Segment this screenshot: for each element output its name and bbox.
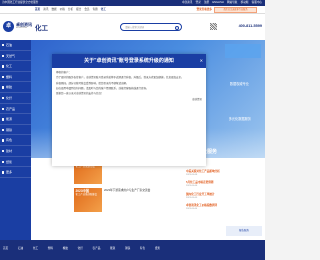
bottom-nav-item[interactable]: 塑料 [48, 247, 53, 250]
sidebar-item-oil[interactable]: 石油 [0, 40, 31, 51]
nav-item-news[interactable]: 资讯 [43, 8, 48, 11]
top-link-register[interactable]: 注册 [204, 1, 209, 4]
nav-item-analysis[interactable]: 分析 [68, 8, 73, 11]
modal-greeting: 尊敬的客户： [56, 71, 72, 74]
logo-icon: 卓 [3, 21, 14, 32]
bottom-nav: 首页 石油 化工 塑料 橡胶 化纤 农产品 能源 钢铁 有色 纸浆 [0, 240, 265, 260]
top-link-brand[interactable]: 卓创资讯 [182, 1, 192, 4]
banner-tag-authority: 数据权威专业 [229, 82, 249, 86]
research-list: 研究观点 中美关税对化工产品影响分析 2023-05-08 5月化工品市场走势预… [186, 160, 294, 210]
banner-decoration [225, 44, 261, 58]
banner-tag-data: 多元化数据服务 [228, 117, 251, 121]
sidebar-item-steel[interactable]: 钢铁 [0, 125, 31, 136]
close-icon[interactable]: ✕ [200, 54, 203, 68]
modal-signature: 卓创资讯 [191, 98, 202, 102]
bottom-nav-item[interactable]: 钢铁 [125, 247, 130, 250]
sidebar-item-metal[interactable]: 有色 [0, 135, 31, 146]
nav-item-home[interactable]: 首页 [35, 8, 40, 11]
nav-item-data[interactable]: 数据 [51, 8, 56, 11]
event-thumb-sub: 化工产业链创新峰会 [75, 192, 98, 196]
sidebar-item-fiber[interactable]: 化纤 [0, 93, 31, 104]
sidebar-item-plastic[interactable]: 塑料 [0, 72, 31, 83]
sidebar-item-energy[interactable]: 能源 [0, 114, 31, 125]
nav-item-report[interactable]: 报告 [76, 8, 81, 11]
research-item-title[interactable]: 5月化工品市场走势预测 [186, 180, 294, 184]
category-sidebar: 石油 天然气 化工 塑料 橡胶 化纤 农产品 能源 钢铁 有色 建材 纸浆 更多 [0, 40, 31, 240]
notice-modal: 关于"卓创资讯"账号登录系统升级的通知 ✕ 尊敬的客户： 为了更好的服务各位客户… [52, 54, 206, 166]
top-link-service[interactable]: 客服中心 [252, 1, 262, 4]
search-box[interactable]: 请输入搜索关键词 [120, 23, 182, 31]
search-icon[interactable] [175, 25, 179, 30]
research-item-date: 2023-05-06 [186, 185, 198, 187]
modal-body: 尊敬的客户： 为了更好的服务各位客户，卓创资讯账号登录系统将于近期进行升级，升级… [52, 68, 206, 107]
qr-code-icon [210, 23, 217, 30]
top-link-mobile[interactable]: 移动端 [241, 1, 249, 4]
hotline-phone: 400-811-5599 [238, 24, 262, 28]
modal-paragraph: 如在使用中遇到任何问题，请及时与您的客户经理联系，或拨打客服热线进行咨询。 [56, 86, 149, 90]
event-link-2[interactable]: 2023年下游需求用户与生产厂家交流会 [104, 189, 156, 193]
nav-item-chemical[interactable]: 化工 [101, 8, 106, 11]
bottom-nav-item[interactable]: 石油 [18, 247, 23, 250]
modal-paragraph: 感谢您一直以来对卓创资讯的支持与信任！ [56, 92, 104, 96]
bottom-nav-item[interactable]: 化工 [33, 247, 38, 250]
research-item-title[interactable]: 中美关税对化工产品影响分析 [186, 169, 294, 173]
sidebar-item-agri[interactable]: 农产品 [0, 104, 31, 115]
report-service-button[interactable]: 报告服务 [226, 226, 262, 236]
bottom-nav-item[interactable]: 农产品 [93, 247, 101, 250]
login-link[interactable]: 登录查看更多 [196, 6, 212, 14]
modal-title: 关于"卓创资讯"账号登录系统升级的通知 [84, 58, 174, 64]
bottom-nav-item[interactable]: 首页 [3, 247, 8, 250]
header: 卓 卓创资讯 SCI99.COM 化工 请输入搜索关键词 400-811-559… [0, 14, 265, 40]
main-nav: 首页 资讯 数据 价格 分析 报告 会员 专题 化工 登录查看更多 首次关注送更… [0, 6, 265, 14]
modal-paragraph: 升级期间，部分功能可能会受到影响，给您带来的不便敬请谅解。 [56, 81, 129, 85]
bottom-nav-item[interactable]: 纸浆 [155, 247, 160, 250]
sidebar-item-rubber[interactable]: 橡胶 [0, 82, 31, 93]
bottom-nav-item[interactable]: 能源 [110, 247, 115, 250]
modal-header: 关于"卓创资讯"账号登录系统升级的通知 ✕ [52, 54, 206, 68]
top-link-login[interactable]: 登录 [196, 1, 201, 4]
research-item-date: 2023-05-08 [186, 173, 198, 176]
sidebar-item-chemical[interactable]: 化工 [0, 61, 31, 72]
research-item-date: 2023-05-05 [186, 196, 198, 199]
bottom-nav-item[interactable]: 有色 [140, 247, 145, 250]
channel-title: 化工 [35, 25, 48, 32]
event-thumb-2[interactable]: 2023中国 化工产业链创新峰会 [74, 188, 102, 212]
nav-item-price[interactable]: 价格 [60, 8, 65, 11]
nav-item-member[interactable]: 会员 [84, 8, 89, 11]
logo[interactable]: 卓 卓创资讯 SCI99.COM [3, 21, 33, 32]
sidebar-item-gas[interactable]: 天然气 [0, 51, 31, 62]
research-item-title[interactable]: 卓创资讯化工价格指数周评 [186, 203, 294, 207]
nav-item-topic[interactable]: 专题 [93, 8, 98, 11]
promo-badge[interactable]: 首次关注送更多专业服务 [214, 7, 257, 13]
logo-subtext: SCI99.COM [16, 27, 27, 29]
top-link-english[interactable]: ENGLISH [212, 1, 223, 4]
bottom-nav-item[interactable]: 橡胶 [63, 247, 68, 250]
sidebar-item-building[interactable]: 建材 [0, 146, 31, 157]
sidebar-item-pulp[interactable]: 纸浆 [0, 157, 31, 168]
search-input[interactable]: 请输入搜索关键词 [125, 24, 144, 31]
bottom-nav-item[interactable]: 化纤 [78, 247, 83, 250]
sidebar-item-more[interactable]: 更多 [0, 167, 31, 178]
research-item-title[interactable]: 国内化工行业开工率统计 [186, 192, 294, 196]
modal-paragraph: 为了更好的服务各位客户，卓创资讯账号登录系统将于近期进行升级，升级后，登录方式更… [56, 76, 184, 80]
research-item-date: 2023-05-04 [186, 208, 198, 210]
top-link-sitemap[interactable]: 网站导航 [227, 1, 237, 4]
